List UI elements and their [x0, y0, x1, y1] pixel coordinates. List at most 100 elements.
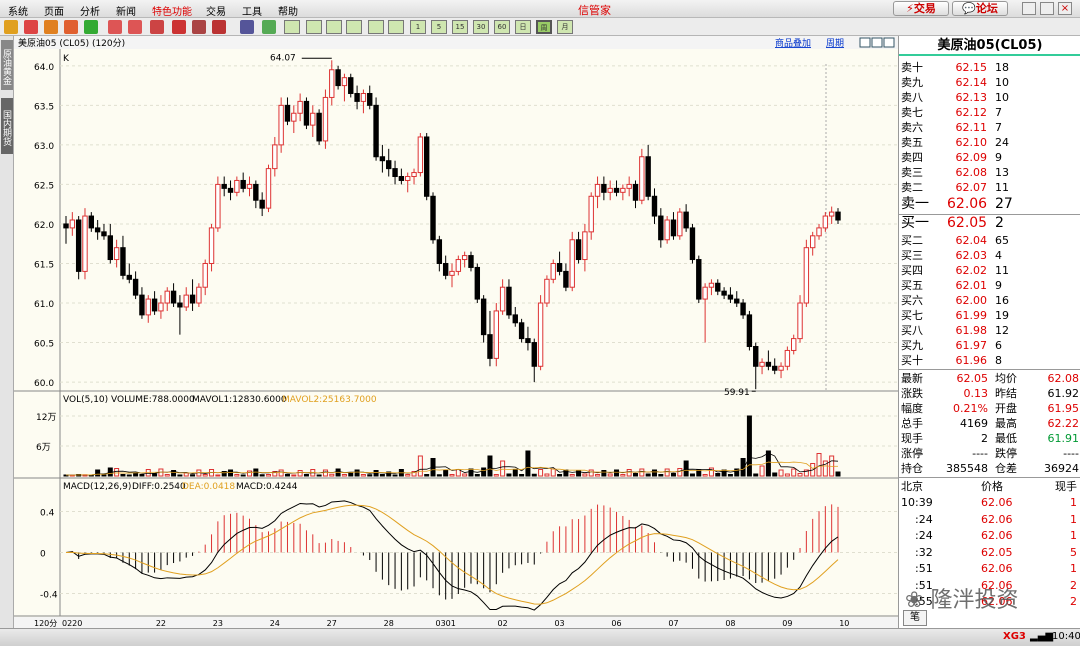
- zoom-in-icon[interactable]: [108, 20, 122, 34]
- period-60-button[interactable]: 60: [494, 20, 510, 34]
- menu-system[interactable]: 系统: [8, 3, 28, 18]
- bid-row[interactable]: 买八 61.98 12: [901, 323, 1079, 338]
- period-f10-button[interactable]: [346, 20, 362, 34]
- back-icon[interactable]: [4, 20, 18, 34]
- news-icon[interactable]: [64, 20, 78, 34]
- close-button[interactable]: ×: [1058, 2, 1072, 15]
- stat-label: 涨停: [901, 447, 923, 460]
- maximize-button[interactable]: [1040, 2, 1054, 15]
- minimize-button[interactable]: [1022, 2, 1036, 15]
- candle-body: [158, 302, 164, 312]
- ask-row[interactable]: 卖一 62.06 27: [901, 197, 1079, 212]
- bid-row[interactable]: 买一 62.05 2: [901, 216, 1079, 231]
- menu-tools[interactable]: 工具: [242, 3, 262, 18]
- candle-body: [132, 278, 139, 296]
- ask-row[interactable]: 卖七 62.12 7: [901, 105, 1079, 120]
- period-5-button[interactable]: 5: [431, 20, 447, 34]
- watermark: ❀ 隆泮投资: [905, 582, 1018, 614]
- ask-size: 10: [995, 76, 1009, 89]
- draw-tool-icon[interactable]: [150, 20, 164, 34]
- period-30-button[interactable]: 30: [473, 20, 489, 34]
- period-month-button[interactable]: 月: [557, 20, 573, 34]
- bid-row[interactable]: 买六 62.00 16: [901, 293, 1079, 308]
- menu-features[interactable]: 特色功能: [152, 3, 192, 18]
- period-list-button[interactable]: [368, 20, 384, 34]
- pen-icon[interactable]: [172, 20, 186, 34]
- filter-icon[interactable]: [212, 20, 226, 34]
- ask-row[interactable]: 卖九 62.14 10: [901, 75, 1079, 90]
- bid-row[interactable]: 买七 61.99 19: [901, 308, 1079, 323]
- bid-row[interactable]: 买二 62.04 65: [901, 233, 1079, 248]
- bid-label: 买六: [901, 294, 923, 307]
- candle-body: [708, 282, 715, 288]
- zoom-out-icon[interactable]: [128, 20, 142, 34]
- ask-row[interactable]: 卖十 62.15 18: [901, 60, 1079, 75]
- stat-label: 涨跌: [901, 387, 923, 400]
- time-tick-label: 0301: [435, 619, 455, 628]
- time-tick-label: 22: [156, 619, 166, 628]
- menu-news[interactable]: 新闻: [116, 3, 136, 18]
- trade-button[interactable]: ⚡交易: [893, 1, 949, 16]
- volume-bar: [101, 474, 107, 477]
- menu-help[interactable]: 帮助: [278, 3, 298, 18]
- bid-row[interactable]: 买九 61.97 6: [901, 338, 1079, 353]
- chart-icon[interactable]: [262, 20, 276, 34]
- macd-value-label: MACD:0.4244: [236, 482, 298, 492]
- chart-header-title: 美原油05 (CL05) (120分): [18, 37, 125, 49]
- menu-page[interactable]: 页面: [44, 3, 64, 18]
- candle-body: [626, 183, 632, 189]
- candle-body: [386, 160, 392, 170]
- tick-time: 10:39: [901, 496, 933, 509]
- tick-time: :51: [915, 562, 933, 575]
- stat-label: 昨结: [995, 387, 1017, 400]
- ask-row[interactable]: 卖六 62.11 7: [901, 120, 1079, 135]
- period-info-button[interactable]: [388, 20, 404, 34]
- period-week-button[interactable]: 周: [536, 20, 552, 34]
- ask-row[interactable]: 卖五 62.10 24: [901, 135, 1079, 150]
- period-tick-button[interactable]: [284, 20, 300, 34]
- refresh-icon[interactable]: [84, 20, 98, 34]
- chat-bubble-icon: 💬: [962, 2, 976, 15]
- bid-row[interactable]: 买三 62.03 4: [901, 248, 1079, 263]
- period-minute-button[interactable]: [306, 20, 322, 34]
- bid-row[interactable]: 买十 61.96 8: [901, 353, 1079, 368]
- candle-body: [702, 286, 708, 300]
- candle-body: [291, 112, 297, 122]
- table-icon[interactable]: [240, 20, 254, 34]
- period-day-button[interactable]: 日: [515, 20, 531, 34]
- ask-label: 卖五: [901, 136, 923, 149]
- home-icon[interactable]: [24, 20, 38, 34]
- price-tick-label: 62.0: [34, 221, 54, 231]
- signal-icon: ▂▄▆: [1030, 631, 1054, 642]
- ask-row[interactable]: 卖二 62.07 11: [901, 180, 1079, 195]
- ask-size: 18: [995, 61, 1009, 74]
- bid-price: 62.04: [955, 234, 988, 247]
- folder-icon[interactable]: [44, 20, 58, 34]
- app-title: 信管家: [578, 4, 611, 17]
- kline-chart[interactable]: 美原油05 (CL05) (120分) 商品叠加 周期K64.063.563.062…: [0, 36, 898, 628]
- forum-button[interactable]: 💬论坛: [952, 1, 1008, 16]
- formula-icon[interactable]: [192, 20, 206, 34]
- volume-bar: [379, 474, 385, 477]
- menu-analysis[interactable]: 分析: [80, 3, 100, 18]
- ask-price: 62.14: [955, 76, 988, 89]
- candle-body: [575, 239, 582, 261]
- menu-trade[interactable]: 交易: [206, 3, 226, 18]
- candle-body: [373, 104, 379, 158]
- period-15-button[interactable]: 15: [452, 20, 468, 34]
- candle-body: [126, 274, 132, 280]
- ask-row[interactable]: 卖四 62.09 9: [901, 150, 1079, 165]
- candle-body: [379, 156, 386, 162]
- bid-row[interactable]: 买五 62.01 9: [901, 278, 1079, 293]
- bid-row[interactable]: 买四 62.02 11: [901, 263, 1079, 278]
- volume-bar: [683, 460, 689, 477]
- ask-row[interactable]: 卖八 62.13 10: [901, 90, 1079, 105]
- period-1-button[interactable]: 1: [410, 20, 426, 34]
- candle-body: [828, 211, 835, 217]
- candle-body: [405, 176, 411, 181]
- ask-row[interactable]: 卖三 62.08 13: [901, 165, 1079, 180]
- period-text-button[interactable]: [326, 20, 342, 34]
- time-tick-label: 0220: [62, 619, 82, 628]
- candle-body: [246, 183, 253, 189]
- stat-label: 最高: [995, 417, 1017, 430]
